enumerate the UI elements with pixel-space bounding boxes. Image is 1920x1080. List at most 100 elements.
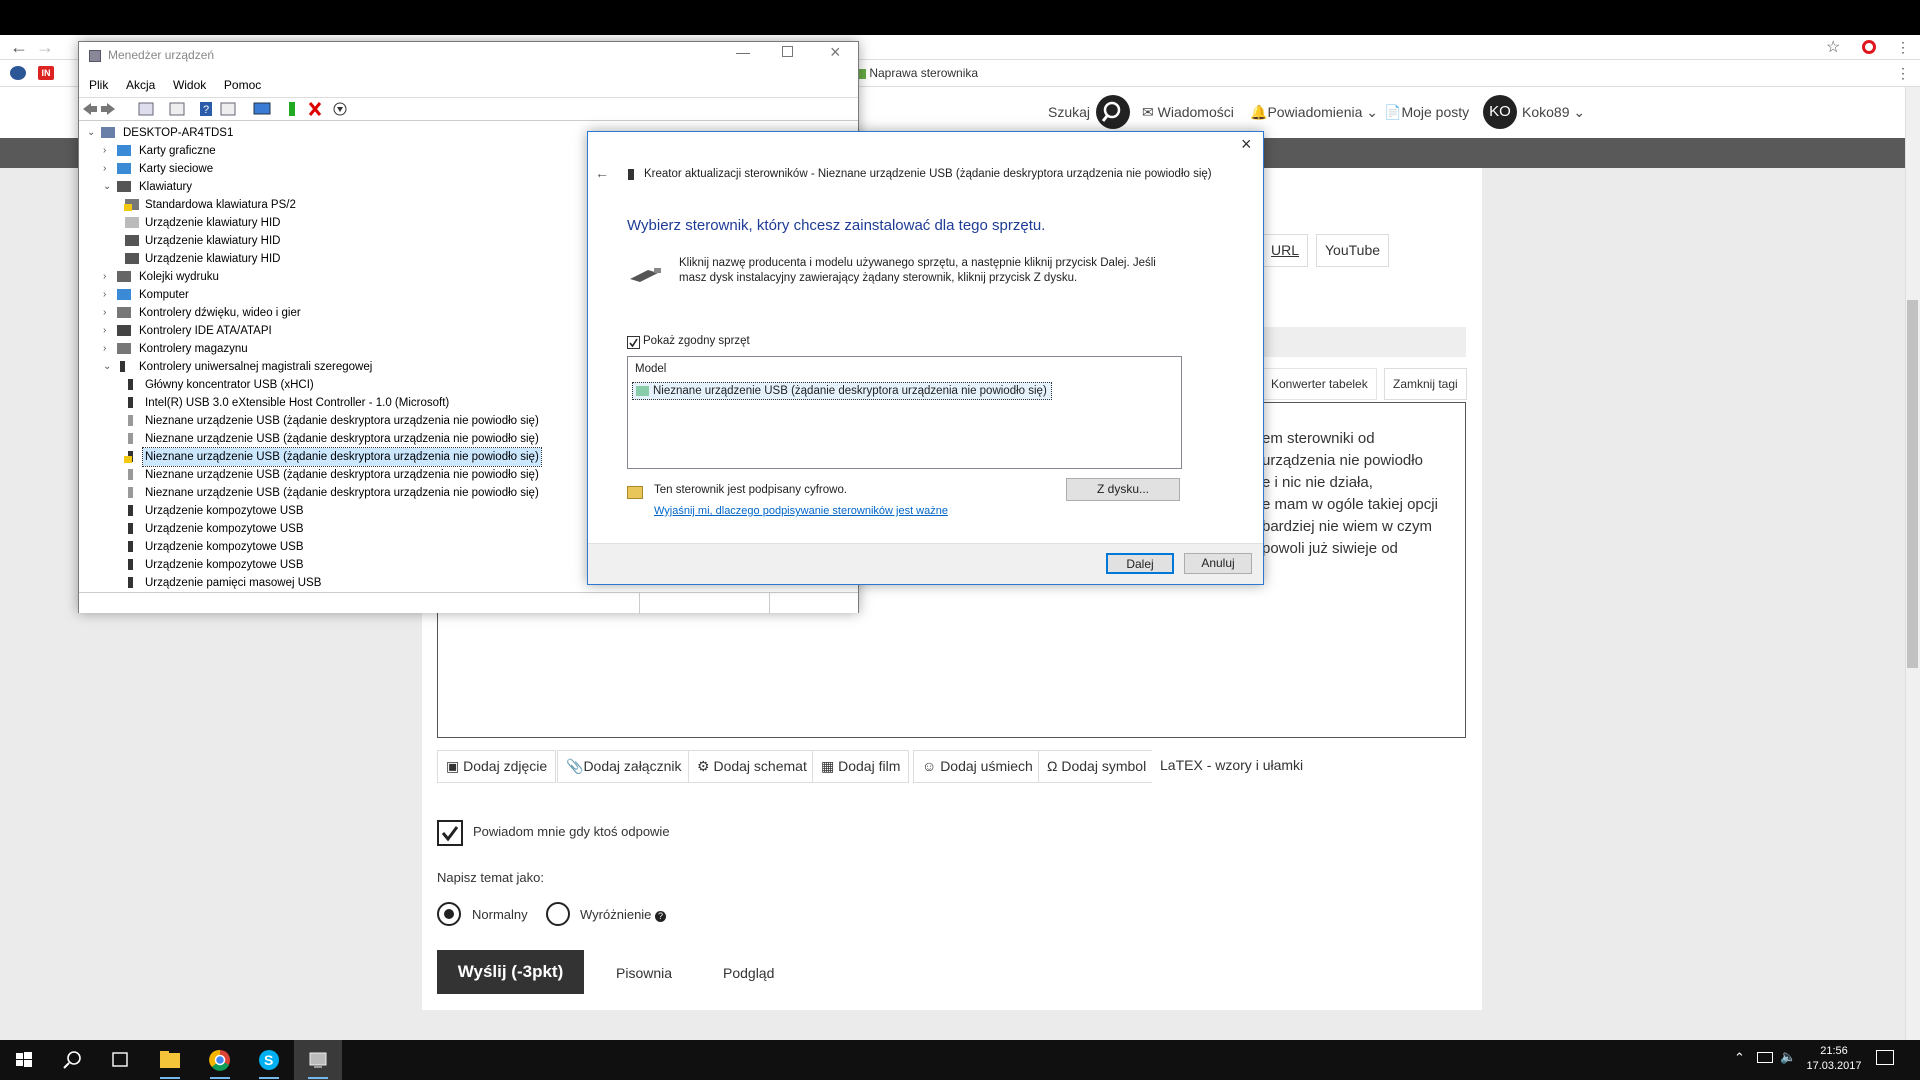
usb-icon [128,559,133,570]
preview-button[interactable]: Podgląd [723,965,774,981]
usb-icon [128,541,133,552]
device-tree-label: DESKTOP-AR4TDS1 [123,127,234,139]
keyboard-icon [117,181,131,192]
keyboard-light-icon [125,217,139,228]
expand-chevron-icon[interactable]: › [103,142,113,160]
hardware-plug-icon [628,264,662,284]
youtube-button[interactable]: YouTube [1316,234,1390,267]
clock[interactable]: 21:56 17.03.2017 [1806,1044,1862,1074]
forward-arrow-icon[interactable]: → [36,35,54,60]
add-attachment-button[interactable]: 📎Dodaj załącznik [557,750,691,783]
usb-icon [128,397,133,408]
device-tree-label: Kontrolery dźwięku, wideo i gier [139,307,301,319]
spelling-button[interactable]: Pisownia [616,965,672,981]
next-button[interactable]: Dalej [1106,553,1174,574]
taskbar-search-icon[interactable] [48,1040,96,1080]
usb-light-icon [128,433,133,444]
submit-button[interactable]: Wyślij (-3pkt) [437,950,584,994]
radio-normal[interactable] [437,902,461,926]
file-explorer-icon[interactable] [146,1040,194,1080]
maximize-icon[interactable] [782,46,793,57]
device-tree-label: Urządzenie kompozytowe USB [145,505,304,517]
notify-checkbox[interactable] [437,820,463,846]
search-icon[interactable] [1096,95,1130,129]
task-view-icon[interactable] [96,1040,144,1080]
wizard-back-arrow-icon[interactable]: ← [595,165,609,181]
network-icon[interactable] [1757,1052,1773,1063]
avatar[interactable]: KO [1483,95,1517,129]
volume-icon[interactable]: 🔈 [1780,1049,1796,1065]
device-manager-menubar: Plik Akcja Widok Pomoc [89,75,261,95]
collapse-chevron-icon[interactable]: ⌄ [103,178,113,196]
expand-chevron-icon[interactable]: › [103,268,113,286]
close-tags-button[interactable]: Zamknij tagi [1384,368,1467,400]
menu-view[interactable]: Widok [173,78,206,92]
add-schema-button[interactable]: ⚙ Dodaj schemat [688,750,816,783]
action-center-icon[interactable] [1876,1050,1894,1065]
help-icon[interactable]: ? [655,911,667,922]
start-windows-icon[interactable] [0,1040,48,1080]
bookmark-blue-icon[interactable] [10,66,26,80]
minimize-icon[interactable]: — [736,44,750,60]
convert-tables-button[interactable]: Konwerter tabelek [1262,368,1377,400]
usb-icon [120,361,125,372]
bookmarks-overflow-icon[interactable]: ⋮ [1896,60,1910,87]
usb-light-icon [128,415,133,426]
expand-chevron-icon[interactable]: › [103,322,113,340]
wizard-heading: Wybierz sterownik, który chcesz zainstal… [627,217,1046,234]
opera-icon[interactable] [1862,40,1876,54]
expand-chevron-icon[interactable]: › [103,304,113,322]
add-image-button[interactable]: ▣ Dodaj zdjęcie [437,750,557,783]
notifications-link[interactable]: 🔔Powiadomienia ⌄ [1250,87,1378,138]
menu-action[interactable]: Akcja [126,78,155,92]
back-arrow-icon[interactable]: ← [10,35,28,60]
radio-highlight[interactable] [546,902,570,926]
device-tree-label: Główny koncentrator USB (xHCI) [145,379,314,391]
url-button[interactable]: URL [1262,234,1309,267]
device-tree-label: Kontrolery IDE ATA/ATAPI [139,325,272,337]
device-tree-label: Komputer [139,289,189,301]
add-smiley-button[interactable]: ☺ Dodaj uśmiech [913,750,1042,783]
username-menu[interactable]: Koko89 ⌄ [1522,87,1585,138]
wizard-close-icon[interactable]: × [1241,134,1252,155]
bookmark-in-icon[interactable]: IN [38,66,54,80]
collapse-chevron-icon[interactable]: ⌄ [103,358,113,376]
usb-icon [128,523,133,534]
add-symbol-button[interactable]: Ω Dodaj symbol [1038,750,1156,783]
device-tree-label: Urządzenie klawiatury HID [145,235,281,247]
expand-chevron-icon[interactable]: › [103,340,113,358]
menu-file[interactable]: Plik [89,78,108,92]
chrome-icon[interactable] [196,1040,244,1080]
computer-icon [101,127,115,138]
model-list-item[interactable]: Nieznane urządzenie USB (żądanie deskryp… [632,382,1052,400]
keyboard-icon [125,253,139,264]
write-as-label: Napisz temat jako: [437,870,544,885]
device-tree-label: Nieznane urządzenie USB (żądanie deskryp… [145,415,539,427]
toolbar-properties-icon [169,102,185,116]
radio-normal-label: Normalny [472,907,528,922]
my-posts-link[interactable]: 📄Moje posty [1384,87,1469,138]
from-disk-button[interactable]: Z dysku... [1066,478,1180,501]
statusbar-divider [769,593,770,614]
show-compatible-checkbox[interactable] [627,336,640,349]
device-manager-taskbar-icon[interactable] [294,1040,342,1080]
skype-icon[interactable]: S [245,1040,293,1080]
device-tree-label: Klawiatury [139,181,193,193]
signing-info-link[interactable]: Wyjaśnij mi, dlaczego podpisywanie stero… [654,505,948,517]
expand-chevron-icon[interactable]: › [103,286,113,304]
collapse-chevron-icon[interactable]: ⌄ [87,124,97,142]
cancel-button[interactable]: Anuluj [1184,553,1252,574]
bookmark-tab-partial[interactable]: Naprawa sterownika [856,64,978,82]
bookmark-star-icon[interactable]: ☆ [1826,35,1840,60]
menu-dots-icon[interactable]: ⋮ [1896,35,1910,60]
add-film-button[interactable]: ▦ Dodaj film [812,750,910,783]
model-listbox[interactable]: Model Nieznane urządzenie USB (żądanie d… [627,356,1182,469]
expand-chevron-icon[interactable]: › [103,160,113,178]
latex-button[interactable]: LaTEX - wzory i ułamki [1152,750,1312,783]
device-tree-label: Urządzenie kompozytowe USB [145,541,304,553]
page-scrollbar-thumb[interactable] [1907,300,1918,668]
tray-chevron-icon[interactable]: ⌃ [1734,1050,1745,1066]
device-tree-label: Urządzenie kompozytowe USB [145,523,304,535]
menu-help[interactable]: Pomoc [224,78,261,92]
close-icon[interactable]: × [830,42,841,63]
